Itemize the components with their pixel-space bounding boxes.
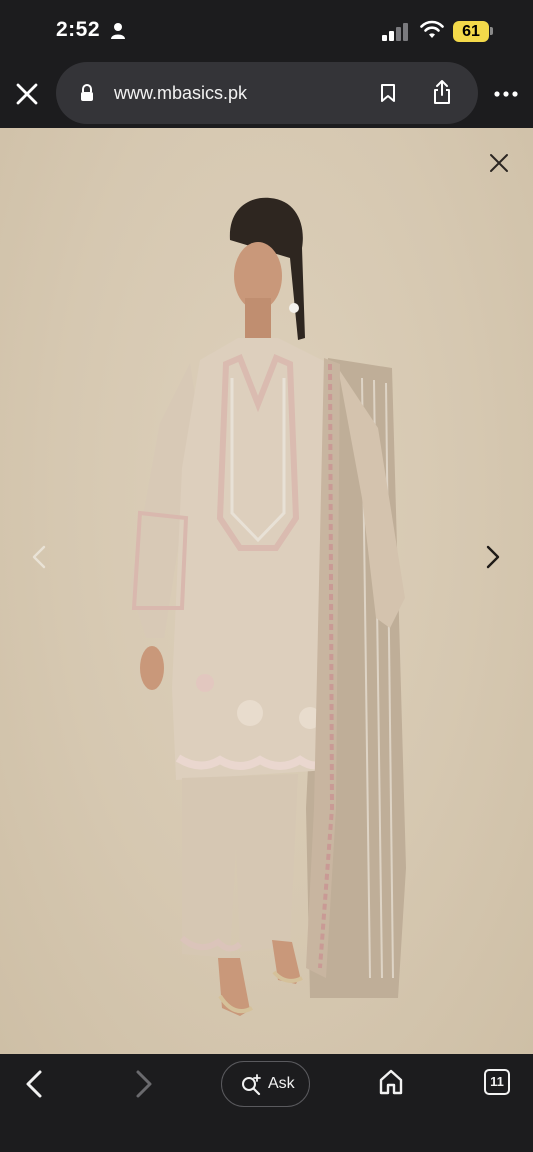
lock-icon: [81, 84, 93, 101]
more-icon[interactable]: [494, 90, 518, 98]
back-icon[interactable]: [22, 1068, 48, 1100]
cellular-signal-icon: [382, 23, 408, 41]
close-icon[interactable]: [14, 81, 40, 107]
tab-count: 11: [490, 1074, 504, 1089]
battery-level: 61: [462, 23, 480, 40]
tabs-icon[interactable]: 11: [484, 1069, 510, 1095]
ask-button[interactable]: Ask: [221, 1061, 310, 1107]
image-viewer: [0, 128, 533, 1054]
battery-tip: [490, 27, 493, 35]
address-bar[interactable]: www.mbasics.pk: [56, 62, 478, 124]
chevron-right-icon[interactable]: [484, 544, 502, 570]
product-image: [130, 197, 406, 1016]
url-text[interactable]: www.mbasics.pk: [114, 83, 247, 104]
ask-search-icon: [242, 1074, 261, 1096]
browser-toolbar: Ask 11: [0, 1054, 533, 1152]
home-icon[interactable]: [378, 1068, 404, 1096]
share-icon[interactable]: [432, 79, 452, 105]
status-bar: 2:52 61: [0, 0, 533, 60]
forward-icon[interactable]: [130, 1068, 156, 1100]
battery-indicator: 61: [453, 21, 489, 42]
ask-label: Ask: [268, 1075, 295, 1092]
browser-address-row: www.mbasics.pk: [0, 60, 533, 128]
close-icon[interactable]: [488, 152, 510, 174]
bookmark-icon[interactable]: [380, 83, 396, 103]
person-icon: [111, 23, 125, 39]
status-time: 2:52: [56, 18, 101, 41]
wifi-icon: [420, 20, 444, 38]
chevron-left-icon[interactable]: [30, 544, 48, 570]
